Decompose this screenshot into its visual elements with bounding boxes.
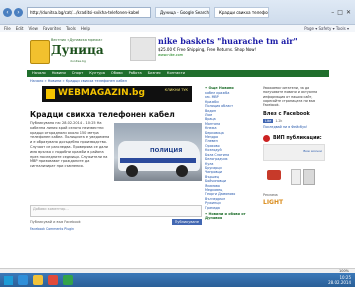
like-count: 1.2k [275,119,283,124]
maximize-icon[interactable]: □ [337,9,343,16]
site-container: Вестник «Дунавска мрежа» Дуница dunitsa.… [27,32,329,268]
banner-logo-icon [46,89,55,99]
tab-google-search[interactable]: Дуница - Google Search [155,6,210,18]
menu-favorites[interactable]: Favorites [43,25,61,32]
article-body: Публикувано на: 28.02.2014 - 10:25 На ка… [30,121,202,203]
article-photo: ПОЛИЦИЯ [114,123,202,181]
sidebar-info: Уважаеми читатели, за да получавате нови… [263,86,318,108]
site-header: Вестник «Дунавска мрежа» Дуница dunitsa.… [27,32,329,70]
ad-link[interactable]: www.nike.com [158,53,183,57]
nav-item[interactable]: Спорт [72,70,83,77]
comment-actions: Публикувай и във Facebook Публикуване [30,219,202,225]
ad-text: $25.00 € Free Shipping, Free Returns. Sh… [158,47,257,52]
folder-icon[interactable] [33,275,43,285]
logo-name: Дуница [51,43,104,57]
article-text: Публикувано на: 28.02.2014 - 10:25 На ка… [30,121,110,169]
browser-window: ‹ › http://dunitsa.bg/cat/.../kraditsi-s… [0,0,355,287]
menu-edit[interactable]: Edit [16,25,24,32]
close-icon[interactable]: ✕ [346,9,351,16]
product-image [291,169,301,186]
links-list: кабел кражба км. МВР Кражби Полиция област В… [205,91,260,210]
nav-item[interactable]: Обяви [111,70,123,77]
forward-icon[interactable]: › [14,7,23,17]
window-controls: – □ ✕ [331,9,355,16]
vip-link[interactable]: Виж всички [303,149,322,153]
sidebar: Уважаеми читатели, за да получавате нови… [263,86,327,206]
menu-tools[interactable]: Tools [66,25,76,32]
sidebar-link[interactable]: Грамада [205,206,260,210]
links-heading: • Още Новини [205,86,234,90]
vip-box[interactable]: Виж всички [263,144,325,162]
product-ad[interactable] [263,167,323,187]
nav-item[interactable]: Бизнес [148,70,161,77]
facebook-follow-link[interactable]: Последвай ни в Фейсбук! [263,125,327,129]
vip-heading: ВИП публикации: [263,135,327,143]
header-ad[interactable]: nike baskets "huarache tm air" $25.00 € … [130,35,298,65]
address-bar[interactable]: http://dunitsa.bg/cat/.../kraditsi-svikh… [27,6,151,18]
clock-date: 28.02.2014 [328,280,351,285]
menu-view[interactable]: View [28,25,38,32]
site-logo[interactable]: Вестник «Дунавска мрежа» Дуница dunitsa.… [30,37,125,65]
banner-title: WEBMAGAZIN.bg [58,88,145,98]
system-clock[interactable]: 10:25 28.02.2014 [328,275,355,285]
links-heading-2: • Новини и обяви от Дунавия [205,211,246,220]
logo-domain: dunitsa.bg [70,59,86,63]
breadcrumb[interactable]: Начало » Новини » Крадци свикха телефоне… [27,77,329,86]
menu-help[interactable]: Help [81,25,90,32]
webmagazin-banner[interactable]: WEBMAGAZIN.bg КЛИКНИ ТУК [42,86,192,102]
ad-label: Реклама [263,193,278,198]
light-logo[interactable]: LIGHT [263,199,327,206]
product-image [303,169,315,186]
logo-emblem-icon [30,40,50,64]
facebook-plugin-link[interactable]: Facebook Comments Plugin [30,227,202,231]
vip-title: ВИП публикации: [273,136,322,142]
police-label: ПОЛИЦИЯ [150,148,183,154]
minimize-icon[interactable]: – [331,9,334,16]
tab-article[interactable]: Крадци свикха телефонен ка... [214,6,269,18]
article-headline: Крадци свикха телефонен кабел [30,110,175,119]
app-icon[interactable] [63,275,73,285]
ad-title[interactable]: nike baskets "huarache tm air" [158,36,298,46]
wheel [176,165,188,177]
facebook-like-box: Like 1.2k [263,119,327,124]
command-bar[interactable]: Page ▾ Safety ▾ Tools ▾ [304,25,355,32]
menu-file[interactable]: File [4,25,11,32]
vip-icon [263,135,270,143]
taskbar: 10:25 28.02.2014 [0,273,355,287]
nav-item[interactable]: Начало [32,70,46,77]
nav-item[interactable]: Култура [89,70,105,77]
windows-start-icon[interactable] [4,275,13,285]
product-image [267,170,281,181]
facebook-heading: Влез с Facebook [263,111,310,118]
nav-item[interactable]: Новини [52,70,66,77]
comment-meta[interactable]: Публикувай и във Facebook [30,220,81,224]
car-stripe [120,158,196,163]
browser-titlebar: ‹ › http://dunitsa.bg/cat/.../kraditsi-s… [0,0,355,25]
related-links: • Още Новини кабел кражба км. МВР Кражби По… [205,86,260,221]
wheel [126,165,138,177]
nav-buttons: ‹ › [0,7,23,17]
nav-item[interactable]: Работа [129,70,142,77]
banner-cta: КЛИКНИ ТУК [164,88,188,92]
main-nav: Начало Новини Спорт Култура Обяви Работа… [27,70,329,77]
back-icon[interactable]: ‹ [3,7,12,17]
ie-icon[interactable] [18,275,28,285]
post-comment-button[interactable]: Публикуване [171,219,202,225]
ad-image [130,37,156,61]
comment-input[interactable]: Добави коментар... [30,205,202,217]
like-button[interactable]: Like [263,119,274,124]
logo-tagline: Вестник «Дунавска мрежа» [51,38,103,42]
media-icon[interactable] [48,275,58,285]
web-page: Вестник «Дунавска мрежа» Дуница dunitsa.… [0,32,355,268]
article-column: WEBMAGAZIN.bg КЛИКНИ ТУК Крадци свикха т… [30,86,202,231]
nav-item[interactable]: Контакти [167,70,185,77]
